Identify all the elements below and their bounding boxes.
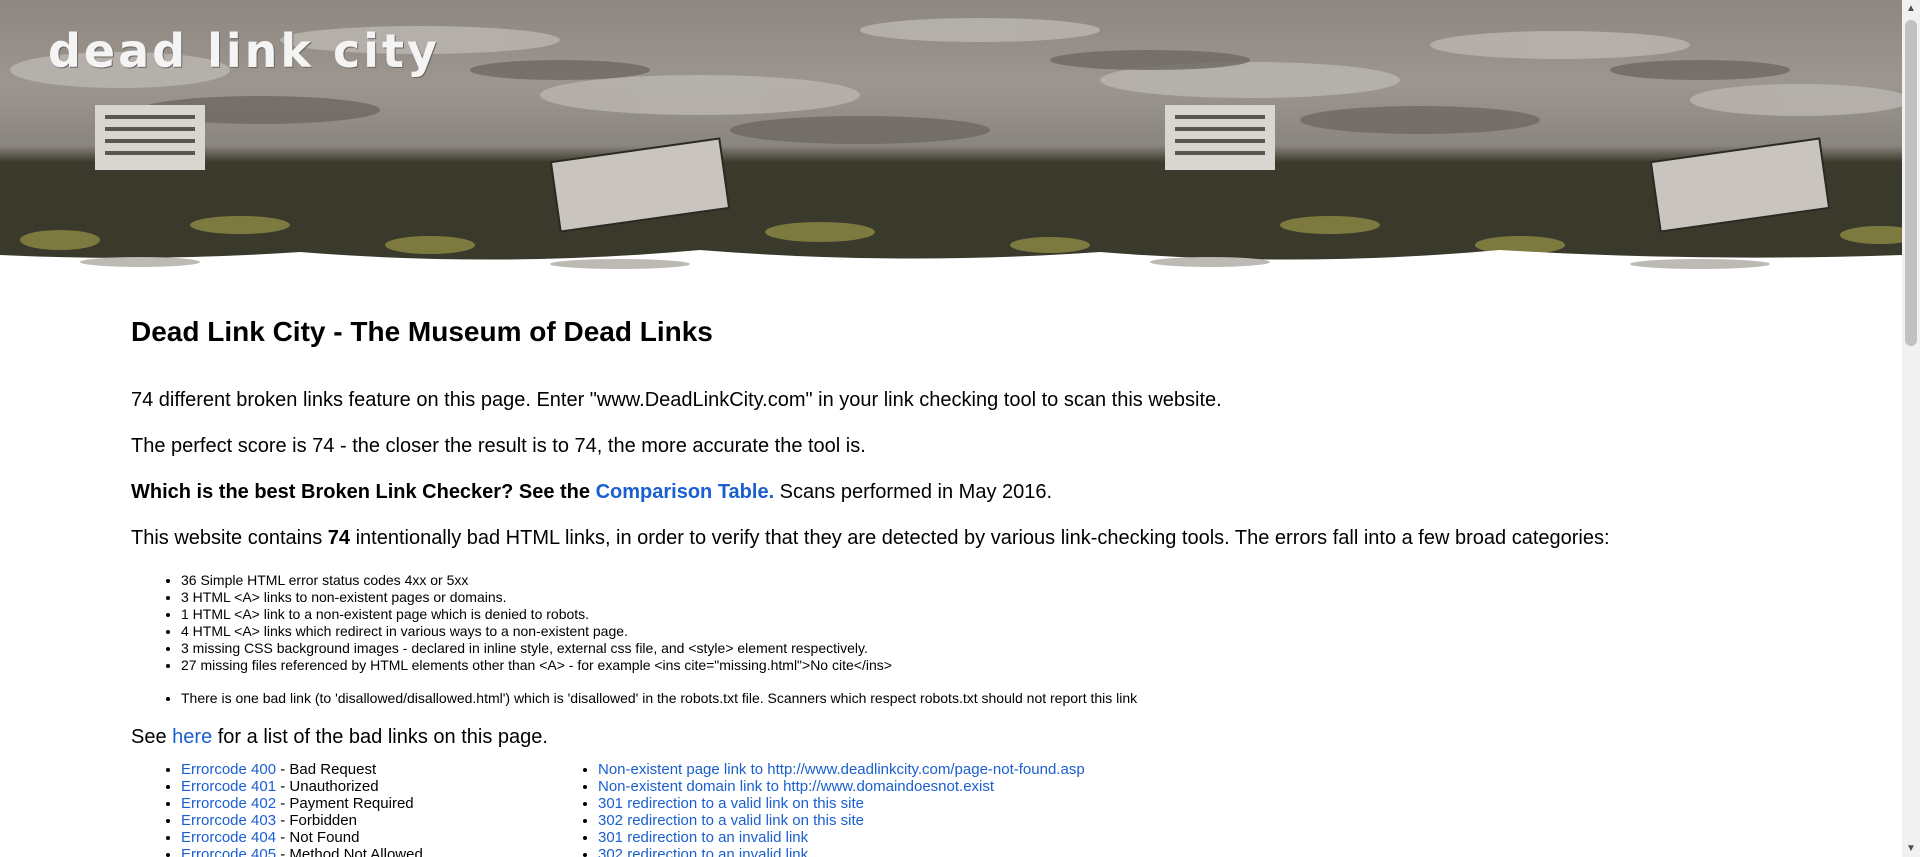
other-links-list: Non-existent page link to http://www.dea… [548, 761, 1085, 857]
list-item: Errorcode 401 - Unauthorized [181, 778, 423, 795]
scan-date-text: Scans performed in May 2016. [774, 481, 1053, 503]
list-item: Non-existent page link to http://www.dea… [598, 761, 1085, 778]
bad-link[interactable]: 302 redirection to a valid link on this … [598, 812, 864, 829]
main-content: Dead Link City - The Museum of Dead Link… [131, 300, 1831, 857]
list-item: Errorcode 404 - Not Found [181, 829, 423, 846]
list-item: 1 HTML <A> link to a non-existent page w… [181, 606, 1831, 623]
comparison-paragraph: Which is the best Broken Link Checker? S… [131, 480, 1831, 504]
header-banner: Dead Link City [0, 0, 1902, 280]
list-item: Errorcode 405 - Method Not Allowed [181, 846, 423, 857]
bad-link[interactable]: 302 redirection to an invalid link [598, 846, 808, 857]
contains-paragraph: This website contains 74 intentionally b… [131, 527, 1610, 549]
best-checker-question: Which is the best Broken Link Checker? S… [131, 481, 591, 503]
robots-note: There is one bad link (to 'disallowed/di… [181, 690, 1831, 707]
list-item: 301 redirection to a valid link on this … [598, 795, 1085, 812]
site-logo[interactable]: Dead Link City [48, 24, 440, 78]
bad-links-list-link[interactable]: here [172, 726, 212, 748]
errorcode-403-link[interactable]: Errorcode 403 [181, 812, 276, 829]
errorcode-402-link[interactable]: Errorcode 402 [181, 795, 276, 812]
list-item: 3 missing CSS background images - declar… [181, 640, 1831, 657]
bad-link[interactable]: 301 redirection to an invalid link [598, 829, 808, 846]
bad-link-count: 74 [327, 527, 351, 549]
intro-paragraph-1: 74 different broken links feature on thi… [131, 389, 1222, 411]
errorcode-401-link[interactable]: Errorcode 401 [181, 778, 276, 795]
errorcode-list: Errorcode 400 - Bad Request Errorcode 40… [131, 761, 423, 857]
bad-link[interactable]: 301 redirection to a valid link on this … [598, 795, 864, 812]
bad-link[interactable]: Non-existent domain link to http://www.d… [598, 778, 994, 795]
errorcode-400-link[interactable]: Errorcode 400 [181, 761, 276, 778]
errorcode-404-link[interactable]: Errorcode 404 [181, 829, 276, 846]
list-item: 302 redirection to a valid link on this … [598, 812, 1085, 829]
vertical-scrollbar[interactable]: ▲ ▼ [1902, 0, 1920, 857]
list-item: 3 HTML <A> links to non-existent pages o… [181, 589, 1831, 606]
list-item: 302 redirection to an invalid link [598, 846, 1085, 857]
list-item: Errorcode 403 - Forbidden [181, 812, 423, 829]
comparison-table-link[interactable]: Comparison Table. [596, 481, 775, 503]
list-item: 4 HTML <A> links which redirect in vario… [181, 623, 1831, 640]
page: Dead Link City Dead Link City - The Muse… [0, 0, 1902, 857]
scroll-up-arrow-icon[interactable]: ▲ [1902, 0, 1920, 17]
errorcode-405-link[interactable]: Errorcode 405 [181, 846, 276, 857]
robots-note-list: There is one bad link (to 'disallowed/di… [131, 690, 1831, 707]
bad-link[interactable]: Non-existent page link to http://www.dea… [598, 761, 1085, 778]
list-item: Errorcode 402 - Payment Required [181, 795, 423, 812]
list-item: Non-existent domain link to http://www.d… [598, 778, 1085, 795]
intro-paragraph-2: The perfect score is 74 - the closer the… [131, 435, 866, 457]
see-list-paragraph: See here for a list of the bad links on … [131, 726, 548, 748]
scroll-down-arrow-icon[interactable]: ▼ [1902, 840, 1920, 857]
list-item: 36 Simple HTML error status codes 4xx or… [181, 572, 1831, 589]
scrollbar-thumb[interactable] [1905, 20, 1917, 346]
list-item: 27 missing files referenced by HTML elem… [181, 657, 1831, 674]
list-item: 301 redirection to an invalid link [598, 829, 1085, 846]
list-item: Errorcode 400 - Bad Request [181, 761, 423, 778]
page-title: Dead Link City - The Museum of Dead Link… [131, 316, 713, 347]
category-list: 36 Simple HTML error status codes 4xx or… [131, 572, 1831, 674]
